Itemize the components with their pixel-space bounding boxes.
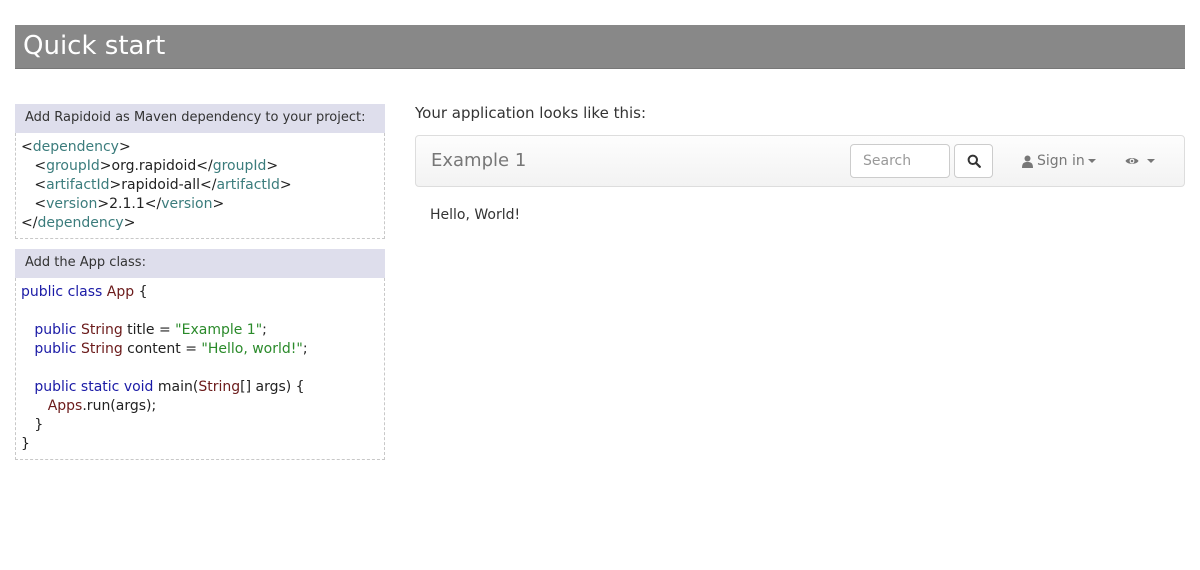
code-token: main( [157,379,199,395]
code-token: } [21,417,44,433]
code-line: public String content = "Hello, world!"; [21,340,379,359]
code-line: public String title = "Example 1"; [21,321,379,340]
code-line: <groupId>org.rapidoid</groupId> [21,157,379,176]
preview-content: Hello, World! [430,207,521,223]
code-token: > [279,177,292,193]
code-token: [] args) { [240,379,305,395]
sign-in-dropdown[interactable]: Sign in [1022,136,1096,186]
code-token: public class [21,284,107,300]
navbar-brand[interactable]: Example 1 [431,136,526,186]
app-class-panel-header: Add the App class: [15,249,385,278]
code-token: public static void [21,379,158,395]
code-token: artifactId [216,177,280,193]
view-options-dropdown[interactable] [1125,136,1155,186]
code-token: { [134,284,148,300]
code-token: public [21,322,81,338]
chevron-down-icon [1147,159,1155,163]
page-title: Quick start [23,31,166,61]
code-token: "Example 1" [175,322,263,338]
code-token: String [80,341,123,357]
preview-navbar: Example 1 Sign in [415,135,1185,187]
sign-in-label: Sign in [1037,153,1085,169]
code-token: ; [262,322,267,338]
code-token: >rapidoid-all</ [109,177,217,193]
maven-panel-header: Add Rapidoid as Maven dependency to your… [15,104,385,133]
code-token: </ [21,215,38,231]
code-line: } [21,416,379,435]
code-token: >org.rapidoid</ [99,158,213,174]
code-token: version [46,196,98,212]
code-token: >2.1.1</ [97,196,162,212]
code-token: groupId [46,158,100,174]
code-token: > [123,215,136,231]
code-token: "Hello, world!" [201,341,303,357]
code-token: public [21,341,81,357]
code-token: < [21,139,33,155]
code-token: .run(args); [82,398,157,414]
eye-icon [1125,158,1139,164]
code-line: </dependency> [21,214,379,233]
code-token: } [21,436,30,452]
code-token: > [212,196,225,212]
code-token: String [80,322,123,338]
code-token: artifactId [46,177,110,193]
code-token: groupId [212,158,267,174]
search-button[interactable] [954,144,993,178]
code-token: dependency [37,215,124,231]
code-token: title = [122,322,176,338]
code-line: public class App { [21,283,379,302]
user-icon [1022,155,1033,168]
code-line: public static void main(String[] args) { [21,378,379,397]
chevron-down-icon [1087,159,1096,163]
code-line: } [21,435,379,454]
code-line: <dependency> [21,138,379,157]
maven-code-block: <dependency> <groupId>org.rapidoid</grou… [15,133,385,239]
code-token: < [21,196,47,212]
code-token: > [118,139,131,155]
page-header: Quick start [15,25,1185,69]
code-line: <artifactId>rapidoid-all</artifactId> [21,176,379,195]
code-token: content = [122,341,202,357]
code-line: Apps.run(args); [21,397,379,416]
code-token: < [21,177,47,193]
code-token: App [106,284,135,300]
search-icon [967,154,981,168]
code-token: dependency [32,139,119,155]
code-token: < [21,158,47,174]
code-token: String [198,379,241,395]
preview-heading: Your application looks like this: [415,104,646,122]
search-input[interactable] [850,144,950,178]
code-token: > [266,158,279,174]
code-token: ; [302,341,308,357]
code-token: version [161,196,213,212]
code-line: <version>2.1.1</version> [21,195,379,214]
app-class-code-block: public class App { public String title =… [15,278,385,460]
code-token: Apps [47,398,83,414]
